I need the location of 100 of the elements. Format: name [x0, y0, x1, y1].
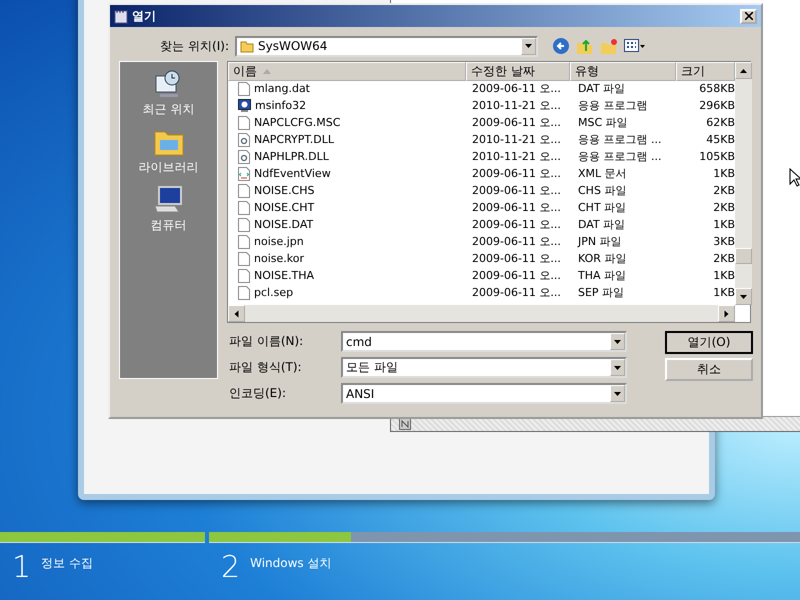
sort-arrow-icon [263, 69, 271, 74]
file-date: 2009-06-11 오... [471, 183, 562, 198]
blank-document-icon [238, 184, 250, 198]
file-name[interactable]: NAPCLCFG.MSC [228, 116, 466, 130]
vertical-scrollbar[interactable] [735, 62, 752, 305]
file-date: 2010-11-21 오... [471, 98, 562, 113]
file-date: 2009-06-11 오... [471, 166, 562, 181]
combo-field[interactable]: 모든 파일 [341, 357, 627, 378]
field-label: 인코딩(E): [228, 385, 287, 402]
column-header[interactable]: 이름 [228, 62, 466, 81]
column-header[interactable]: 크기 [676, 62, 735, 81]
file-name[interactable]: NAPCRYPT.DLL [228, 132, 466, 146]
file-date: 2009-06-11 오... [471, 285, 562, 300]
file-date: 2009-06-11 오... [471, 115, 562, 130]
dropdown-button[interactable] [521, 38, 536, 54]
blank-document-icon [238, 218, 250, 232]
blank-document-icon [238, 268, 250, 282]
dialog-title: 열기 [132, 8, 157, 24]
view-menu-icon[interactable] [624, 38, 646, 54]
caret-icon [614, 366, 621, 370]
file-size: 2KB [712, 201, 735, 214]
file-type: XML 문서 [577, 166, 628, 181]
file-name[interactable]: NOISE.CHS [228, 184, 466, 198]
file-size: 2KB [712, 184, 735, 197]
gear-document-icon [238, 150, 250, 164]
file-size: 296KB [698, 99, 735, 112]
file-type: DAT 파일 [577, 81, 626, 96]
folder-icon [240, 40, 254, 52]
file-size: 2KB [712, 252, 735, 265]
gear-document-icon [238, 132, 250, 146]
horizontal-scrollbar[interactable] [228, 305, 735, 322]
dropdown-button[interactable] [610, 333, 625, 350]
file-name[interactable]: NOISE.DAT [228, 218, 466, 232]
file-type: 응용 프로그램 [577, 98, 648, 113]
dialog-button[interactable]: 열기(O) [665, 331, 753, 354]
file-date: 2009-06-11 오... [471, 251, 562, 266]
file-name[interactable]: pcl.sep [228, 286, 466, 300]
xml-document-icon [238, 166, 250, 180]
file-size: 1KB [712, 286, 735, 299]
step-number: 2 [221, 553, 240, 583]
file-type: JPN 파일 [576, 234, 623, 249]
file-type: CHS 파일 [577, 183, 628, 198]
field-label: 파일 형식(T): [228, 359, 303, 376]
file-date: 2009-06-11 오... [471, 217, 562, 232]
blank-document-icon [238, 82, 250, 96]
file-date: 2009-06-11 오... [471, 234, 562, 249]
step-number: 1 [12, 553, 32, 583]
file-size: 1KB [712, 167, 735, 180]
place-item[interactable]: 최근 위치 [142, 68, 194, 118]
file-name[interactable]: NOISE.THA [228, 268, 466, 282]
new-folder-icon[interactable] [600, 37, 618, 55]
file-name[interactable]: NdfEventView [228, 166, 466, 180]
place-item[interactable]: 라이브러리 [138, 126, 198, 176]
blank-document-icon [238, 200, 250, 214]
file-name[interactable]: NOISE.CHT [228, 200, 466, 214]
blank-document-icon [238, 252, 250, 266]
file-type: THA 파일 [577, 268, 628, 283]
close-button[interactable] [740, 8, 757, 24]
file-date: 2009-06-11 오... [471, 200, 562, 215]
combo-field[interactable]: ANSI [341, 383, 627, 404]
notepad-icon [114, 8, 128, 24]
file-type: CHT 파일 [577, 200, 628, 215]
blank-document-icon [238, 234, 250, 248]
file-size: 1KB [712, 269, 735, 282]
file-date: 2009-06-11 오... [471, 268, 562, 283]
file-type: DAT 파일 [577, 217, 626, 232]
file-name[interactable]: NAPHLPR.DLL [228, 150, 466, 164]
caret-icon [525, 44, 532, 48]
file-name[interactable]: noise.jpn [228, 234, 466, 248]
place-item[interactable]: 컴퓨터 [150, 184, 186, 234]
dropdown-button[interactable] [610, 359, 625, 376]
file-size: 62KB [705, 116, 735, 129]
file-name[interactable]: noise.kor [228, 252, 466, 266]
file-type: SEP 파일 [577, 285, 626, 300]
arrow-icon [234, 310, 238, 317]
caret-icon [614, 392, 621, 396]
scroll-thumb[interactable] [735, 248, 752, 264]
column-header[interactable]: 수정한 날짜 [466, 62, 570, 81]
program-icon [238, 99, 251, 112]
field-label: 파일 이름(N): [228, 333, 304, 350]
file-name[interactable]: mlang.dat [228, 82, 466, 96]
look-in-label: 찾는 위치(I): [159, 38, 230, 54]
blank-document-icon [238, 116, 250, 130]
file-date: 2010-11-21 오... [471, 132, 562, 147]
file-type: MSC 파일 [577, 115, 629, 130]
file-type: KOR 파일 [577, 251, 628, 266]
arrow-icon [740, 294, 747, 298]
look-in-combo[interactable]: SysWOW64 [235, 36, 538, 56]
dropdown-button[interactable] [610, 385, 625, 402]
arrow-icon [724, 310, 728, 317]
combo-field[interactable]: cmd [341, 331, 627, 352]
column-header[interactable]: 유형 [570, 62, 676, 81]
file-type: 응용 프로그램 ... [577, 132, 662, 147]
close-icon [744, 12, 752, 20]
file-name[interactable]: msinfo32 [228, 99, 466, 112]
file-size: 105KB [698, 150, 735, 163]
file-size: 1KB [712, 218, 735, 231]
back-icon[interactable] [552, 37, 570, 55]
caret-icon [614, 340, 621, 344]
dialog-button[interactable]: 취소 [665, 358, 753, 381]
